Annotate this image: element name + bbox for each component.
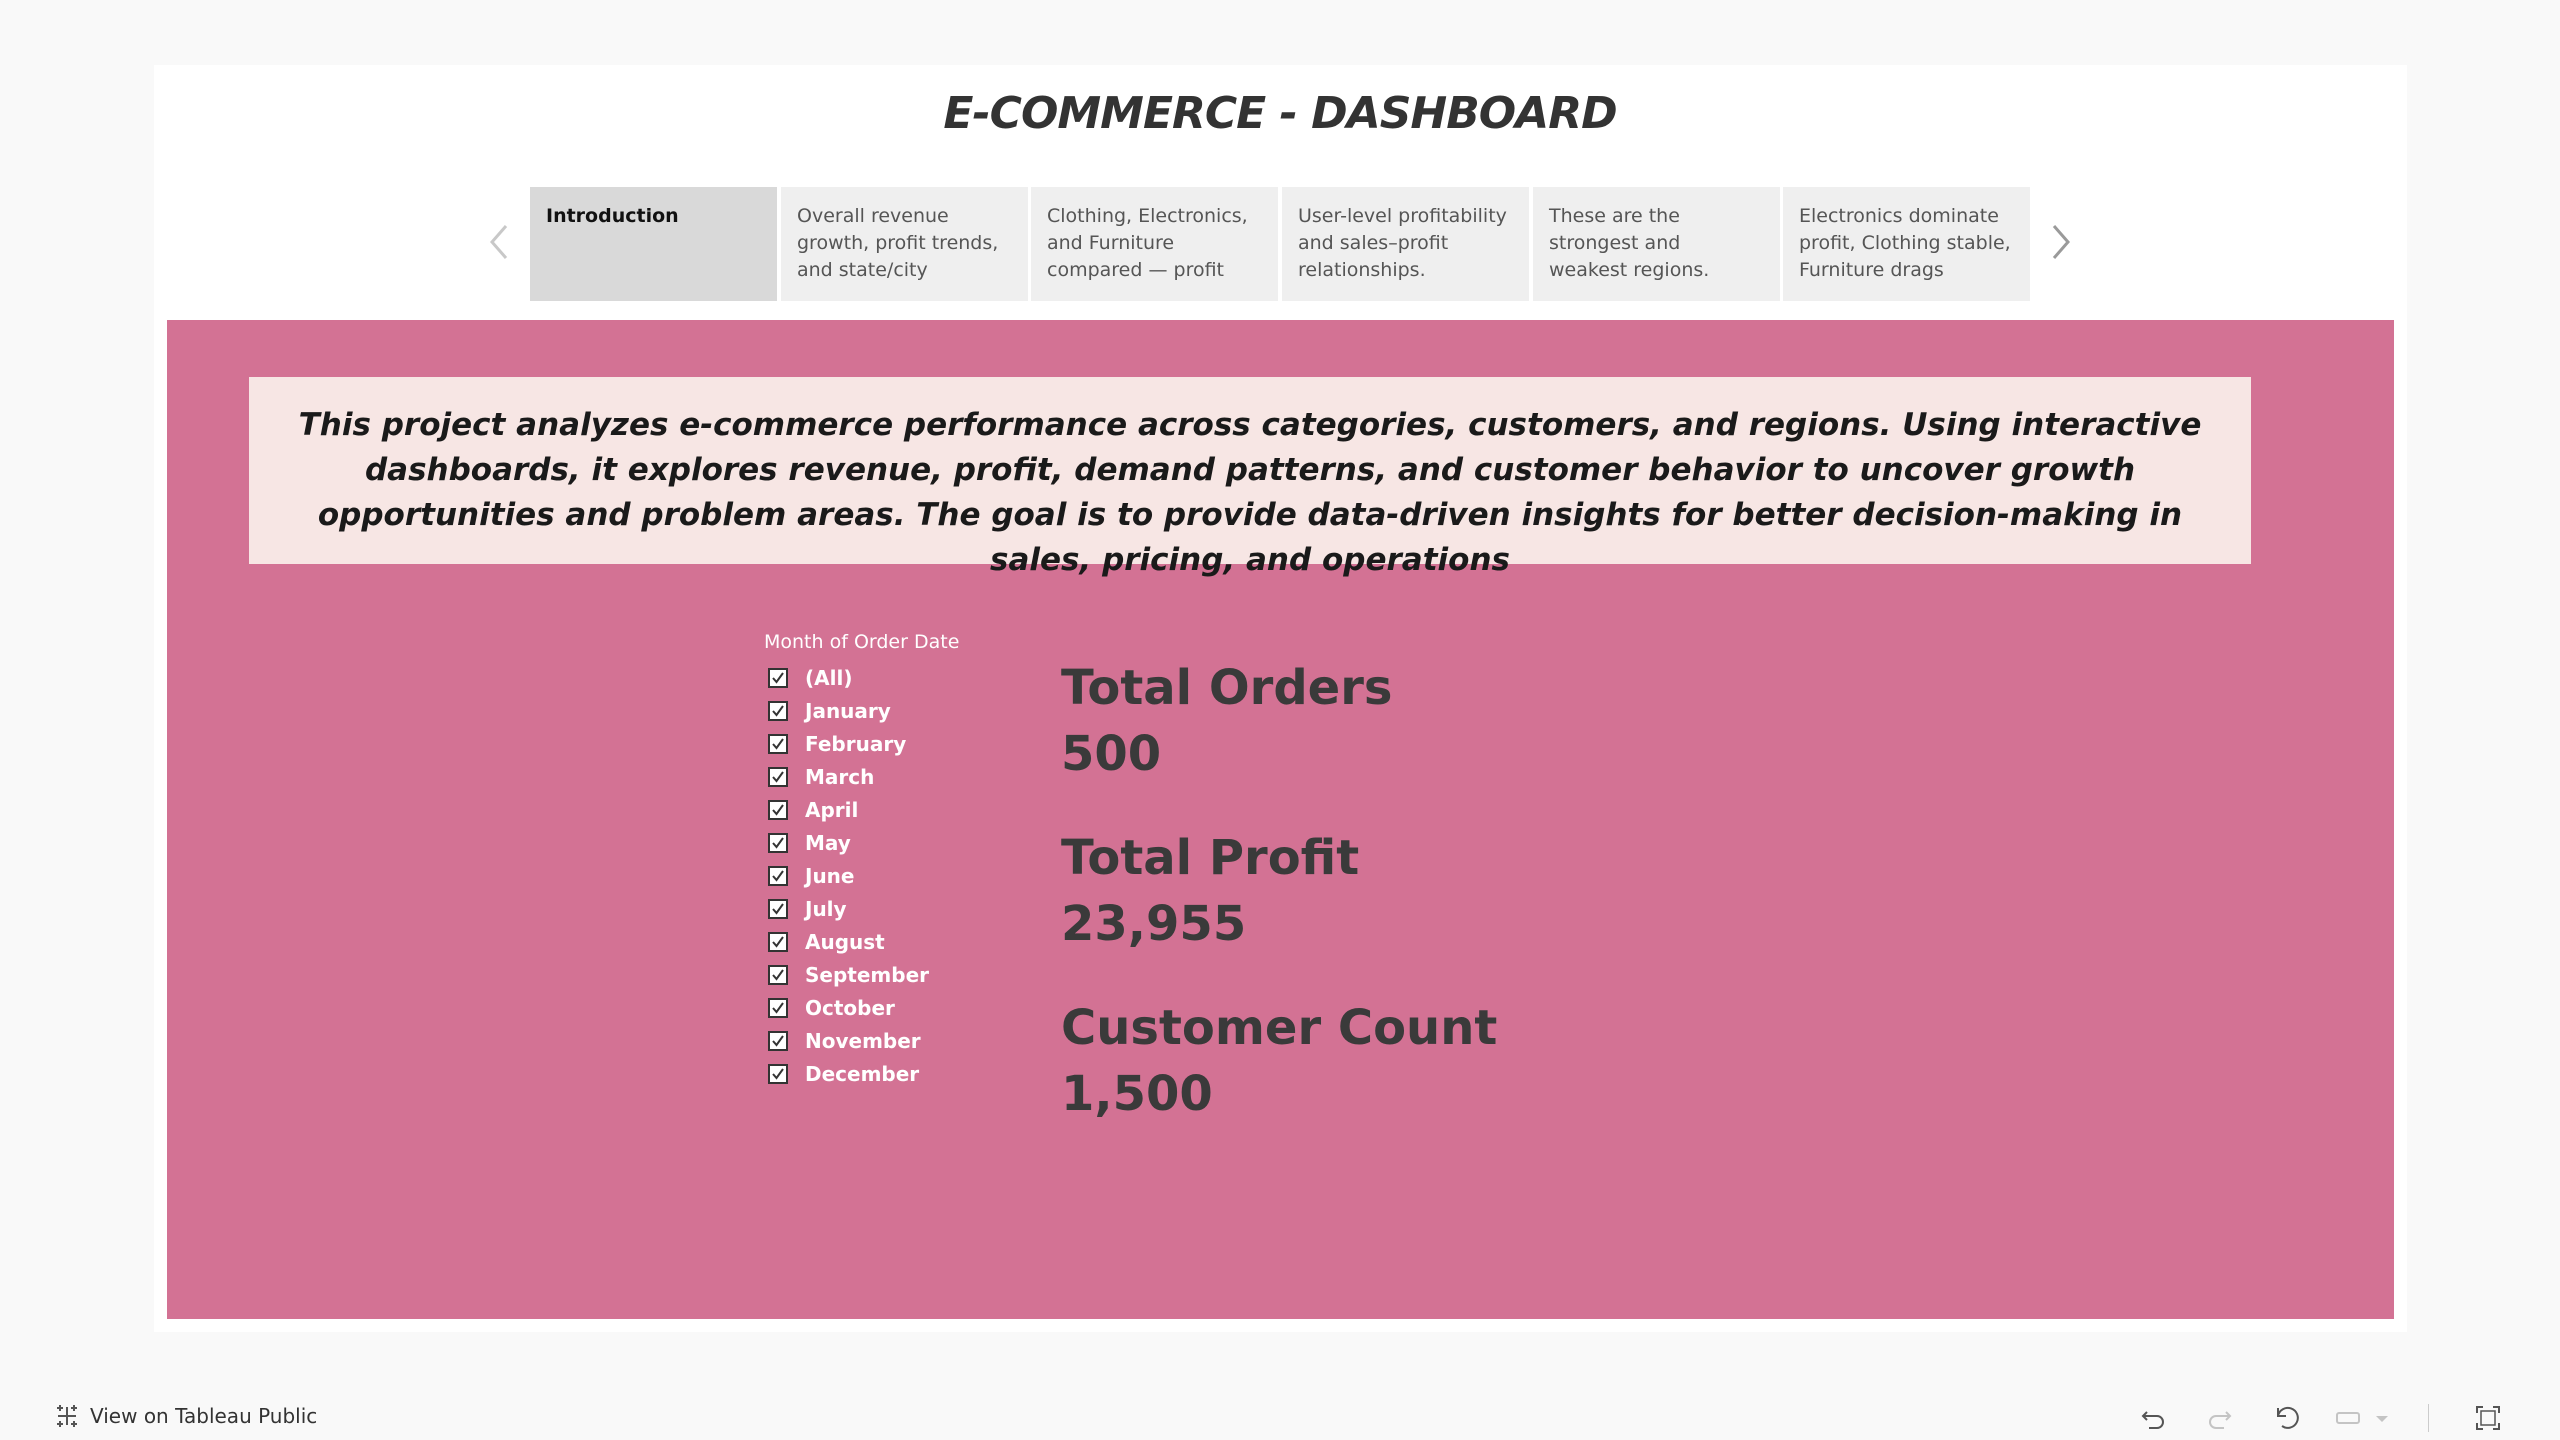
- pause-dropdown-button[interactable]: [2370, 1400, 2394, 1436]
- story-point-user-profitability[interactable]: User-level profitability and sales–profi…: [1282, 187, 1529, 301]
- checkbox[interactable]: [768, 898, 788, 919]
- filter-option-november[interactable]: November: [768, 1024, 929, 1057]
- story-prev-button[interactable]: [480, 212, 520, 272]
- check-icon: [772, 935, 784, 948]
- intro-text-box: This project analyzes e-commerce perform…: [249, 377, 2251, 578]
- check-icon: [772, 704, 784, 717]
- redo-button[interactable]: [2202, 1400, 2238, 1436]
- filter-option-april[interactable]: April: [768, 793, 929, 826]
- checkbox[interactable]: [768, 964, 788, 985]
- check-icon: [772, 902, 784, 915]
- pause-icon: [2336, 1412, 2360, 1424]
- checkbox[interactable]: [768, 700, 788, 721]
- pause-updates-button[interactable]: [2330, 1400, 2366, 1436]
- filter-option-june[interactable]: June: [768, 859, 929, 892]
- story-point-introduction[interactable]: Introduction: [530, 187, 777, 301]
- chevron-left-icon: [490, 225, 508, 259]
- checkbox[interactable]: [768, 832, 788, 853]
- filter-option-august[interactable]: August: [768, 925, 929, 958]
- checkbox[interactable]: [768, 865, 788, 886]
- checkbox[interactable]: [768, 1030, 788, 1051]
- chevron-right-icon: [2052, 225, 2070, 259]
- filter-option-label: August: [805, 929, 885, 954]
- filter-option-january[interactable]: January: [768, 694, 929, 727]
- intro-text: This project analyzes e-commerce perform…: [298, 407, 2202, 578]
- filter-option-label: September: [805, 962, 929, 987]
- filter-option-label: (All): [805, 665, 853, 690]
- revert-icon: [2277, 1406, 2299, 1429]
- filter-option-february[interactable]: February: [768, 727, 929, 760]
- kpi-customer-count-value: 1,500: [1061, 1066, 1213, 1122]
- kpi-customer-count-label: Customer Count: [1061, 1000, 1498, 1056]
- toolbar-divider: [2428, 1404, 2429, 1432]
- check-icon: [772, 737, 784, 750]
- redo-icon: [2209, 1411, 2232, 1429]
- revert-button[interactable]: [2268, 1400, 2304, 1436]
- view-on-tableau-link[interactable]: View on Tableau Public: [52, 1401, 317, 1431]
- check-icon: [772, 836, 784, 849]
- filter-option-label: January: [805, 698, 891, 723]
- dashboard-title: E-COMMERCE - DASHBOARD: [943, 88, 1617, 139]
- month-filter-list: (All) January February March April May J…: [768, 661, 929, 1090]
- checkbox[interactable]: [768, 1063, 788, 1084]
- view-on-tableau-label: View on Tableau Public: [90, 1404, 318, 1428]
- check-icon: [772, 1034, 784, 1047]
- checkbox[interactable]: [768, 766, 788, 787]
- story-next-button[interactable]: [2040, 212, 2080, 272]
- kpi-total-orders-value: 500: [1061, 726, 1162, 782]
- filter-option-label: November: [805, 1028, 921, 1053]
- undo-icon: [2141, 1411, 2164, 1429]
- check-icon: [772, 1001, 784, 1014]
- check-icon: [772, 803, 784, 816]
- check-icon: [772, 869, 784, 882]
- filter-option-december[interactable]: December: [768, 1057, 929, 1090]
- check-icon: [772, 968, 784, 981]
- checkbox[interactable]: [768, 799, 788, 820]
- kpi-total-profit-label: Total Profit: [1061, 830, 1360, 886]
- dropdown-icon: [2376, 1416, 2388, 1422]
- undo-button[interactable]: [2135, 1400, 2171, 1436]
- filter-option-label: October: [805, 995, 895, 1020]
- filter-option-july[interactable]: July: [768, 892, 929, 925]
- filter-option-label: December: [805, 1061, 920, 1086]
- filter-option-label: February: [805, 731, 907, 756]
- checkbox[interactable]: [768, 667, 788, 688]
- filter-option-september[interactable]: September: [768, 958, 929, 991]
- filter-option-label: July: [805, 896, 847, 921]
- filter-option-october[interactable]: October: [768, 991, 929, 1024]
- check-icon: [772, 770, 784, 783]
- checkbox[interactable]: [768, 931, 788, 952]
- filter-option-label: March: [805, 764, 875, 789]
- filter-option-all[interactable]: (All): [768, 661, 929, 694]
- filter-option-label: June: [805, 863, 855, 888]
- filter-option-label: April: [805, 797, 859, 822]
- filter-option-label: May: [805, 830, 851, 855]
- filter-option-may[interactable]: May: [768, 826, 929, 859]
- story-point-electronics[interactable]: Electronics dominate profit, Clothing st…: [1783, 187, 2030, 301]
- kpi-total-orders-label: Total Orders: [1061, 660, 1393, 716]
- fullscreen-button[interactable]: [2470, 1400, 2506, 1436]
- story-point-category-compare[interactable]: Clothing, Electronics, and Furniture com…: [1031, 187, 1278, 301]
- checkbox[interactable]: [768, 733, 788, 754]
- kpi-total-profit-value: 23,955: [1061, 896, 1247, 952]
- month-filter-title: Month of Order Date: [764, 631, 960, 653]
- filter-option-march[interactable]: March: [768, 760, 929, 793]
- fullscreen-icon: [2476, 1406, 2500, 1430]
- checkbox[interactable]: [768, 997, 788, 1018]
- story-point-revenue-growth[interactable]: Overall revenue growth, profit trends, a…: [781, 187, 1028, 301]
- tableau-logo-icon: [57, 1405, 77, 1427]
- check-icon: [772, 671, 784, 684]
- story-point-regions[interactable]: These are the strongest and weakest regi…: [1533, 187, 1780, 301]
- check-icon: [772, 1067, 784, 1080]
